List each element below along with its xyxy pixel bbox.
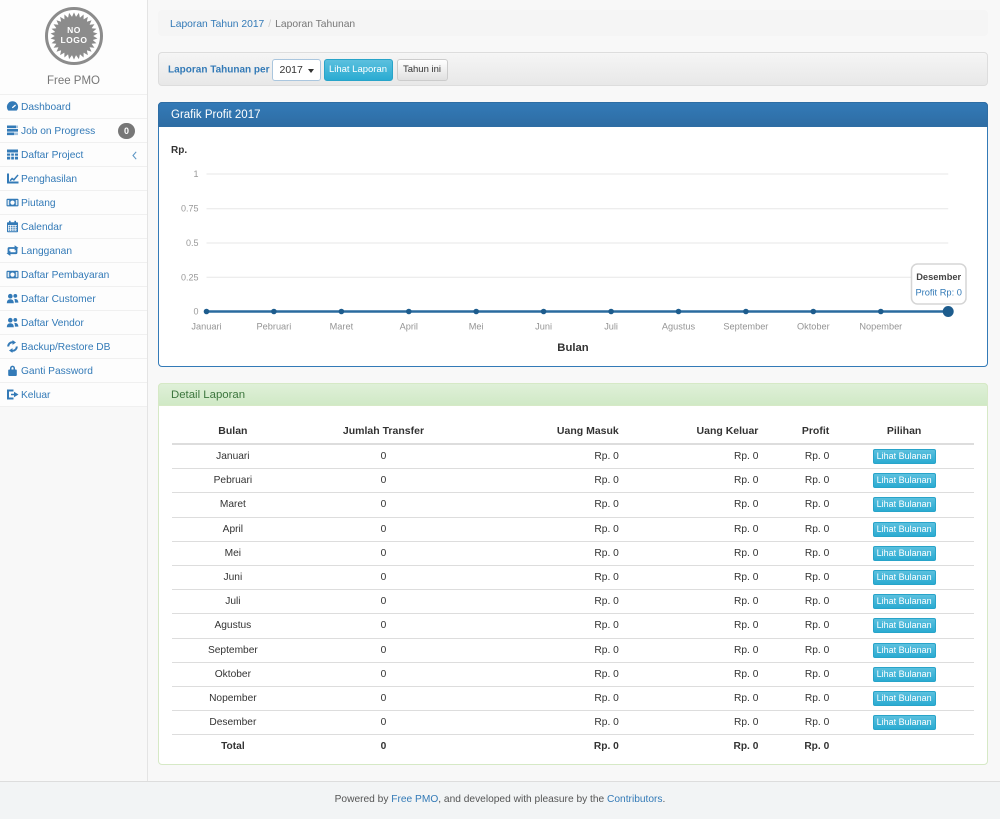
svg-text:Januari: Januari bbox=[191, 322, 221, 332]
svg-text:Pebruari: Pebruari bbox=[257, 322, 292, 332]
svg-text:0.25: 0.25 bbox=[181, 272, 199, 282]
svg-text:0.5: 0.5 bbox=[186, 238, 199, 248]
svg-text:Mei: Mei bbox=[469, 322, 484, 332]
svg-text:Juni: Juni bbox=[535, 322, 552, 332]
svg-text:0.75: 0.75 bbox=[181, 204, 199, 214]
svg-text:Rp.: Rp. bbox=[171, 145, 187, 156]
svg-text:Juli: Juli bbox=[604, 322, 618, 332]
svg-text:LOGO: LOGO bbox=[60, 35, 87, 45]
svg-text:Agustus: Agustus bbox=[662, 322, 696, 332]
svg-text:April: April bbox=[400, 322, 418, 332]
svg-text:Oktober: Oktober bbox=[797, 322, 830, 332]
svg-text:Profit Rp: 0: Profit Rp: 0 bbox=[915, 288, 962, 298]
svg-text:Bulan: Bulan bbox=[557, 342, 588, 354]
svg-text:0: 0 bbox=[193, 307, 198, 317]
svg-text:1: 1 bbox=[193, 169, 198, 179]
svg-text:Desember: Desember bbox=[916, 272, 961, 282]
svg-text:September: September bbox=[723, 322, 768, 332]
svg-text:Maret: Maret bbox=[330, 322, 354, 332]
svg-text:Nopember: Nopember bbox=[859, 322, 902, 332]
svg-text:NO: NO bbox=[67, 25, 81, 35]
